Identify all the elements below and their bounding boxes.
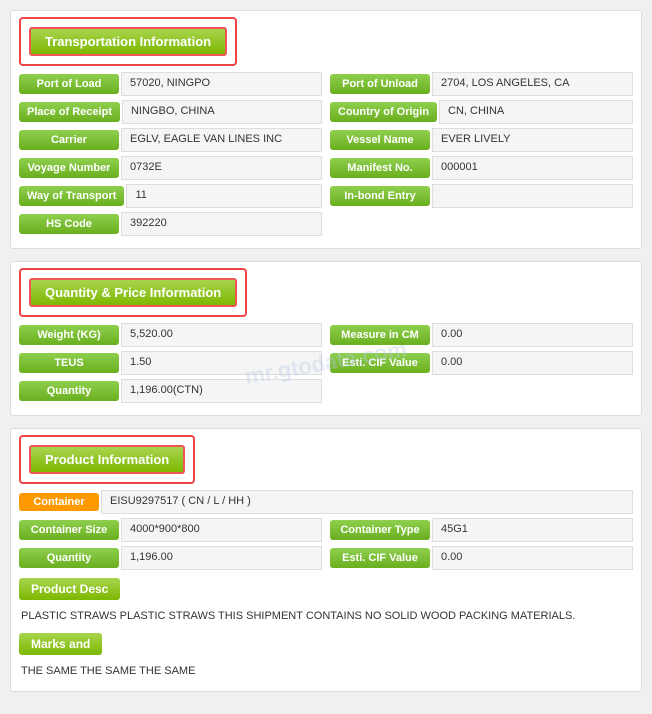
product-header: Product Information [29, 445, 185, 474]
field-value: EGLV, EAGLE VAN LINES INC [121, 128, 322, 152]
quantity-header-wrap: Quantity & Price Information [19, 268, 247, 317]
field-label: Country of Origin [330, 102, 437, 122]
marks-label: Marks and [19, 633, 102, 655]
info-row: CarrierEGLV, EAGLE VAN LINES INC Vessel N… [19, 128, 633, 152]
info-group-right: Manifest No.000001 [330, 156, 633, 180]
field-value: 4000*900*800 [121, 518, 322, 542]
field-label: Voyage Number [19, 158, 119, 178]
field-value: 5,520.00 [121, 323, 322, 347]
info-group-right: Country of OriginCN, CHINA [330, 100, 633, 124]
info-row: Port of Load57020, NINGPO Port of Unload2… [19, 72, 633, 96]
info-group-left: HS Code392220 [19, 212, 322, 236]
field-value: 2704, LOS ANGELES, CA [432, 72, 633, 96]
container-row: ContainerEISU9297517 ( CN / L / HH ) [19, 490, 633, 514]
product-desc-text: PLASTIC STRAWS PLASTIC STRAWS THIS SHIPM… [19, 604, 633, 629]
info-row: Quantity1,196.00 Esti. CIF Value0.00 [19, 546, 633, 570]
info-row: TEUS1.50 Esti. CIF Value0.00 [19, 351, 633, 375]
field-value: CN, CHINA [439, 100, 633, 124]
field-label: Esti. CIF Value [330, 353, 430, 373]
info-group-left: Weight (KG)5,520.00 [19, 323, 322, 347]
field-value: 45G1 [432, 518, 633, 542]
field-value: 1.50 [121, 351, 322, 375]
field-label: Esti. CIF Value [330, 548, 430, 568]
info-group-left: Voyage Number0732E [19, 156, 322, 180]
info-group-left: Quantity1,196.00(CTN) [19, 379, 322, 403]
marks-text: THE SAME THE SAME THE SAME [19, 659, 633, 684]
info-group-right: Port of Unload2704, LOS ANGELES, CA [330, 72, 633, 96]
field-value [432, 184, 633, 208]
info-row: Weight (KG)5,520.00 Measure in CM0.00 [19, 323, 633, 347]
transportation-header-wrap: Transportation Information [19, 17, 237, 66]
field-label: Carrier [19, 130, 119, 150]
field-label: In-bond Entry [330, 186, 430, 206]
field-label: Port of Load [19, 74, 119, 94]
transportation-rows: Port of Load57020, NINGPO Port of Unload2… [11, 72, 641, 236]
info-row: HS Code392220 [19, 212, 633, 236]
info-group-left: Place of ReceiptNINGBO, CHINA [19, 100, 322, 124]
product-desc-label: Product Desc [19, 578, 120, 600]
field-value: 1,196.00(CTN) [121, 379, 322, 403]
field-label: Weight (KG) [19, 325, 119, 345]
info-group-right [330, 212, 633, 236]
quantity-header: Quantity & Price Information [29, 278, 237, 307]
field-value: 1,196.00 [121, 546, 322, 570]
field-label: Place of Receipt [19, 102, 120, 122]
info-group-left: CarrierEGLV, EAGLE VAN LINES INC [19, 128, 322, 152]
info-group-left: Quantity1,196.00 [19, 546, 322, 570]
field-value: 0.00 [432, 351, 633, 375]
info-row: Voyage Number0732E Manifest No.000001 [19, 156, 633, 180]
field-value: 57020, NINGPO [121, 72, 322, 96]
info-group-right: Measure in CM0.00 [330, 323, 633, 347]
info-group-right: Esti. CIF Value0.00 [330, 546, 633, 570]
field-value: 0732E [121, 156, 322, 180]
field-value: 0.00 [432, 546, 633, 570]
field-label: Quantity [19, 548, 119, 568]
info-group-left: TEUS1.50 [19, 351, 322, 375]
info-group-right: In-bond Entry [330, 184, 633, 208]
transportation-section: Transportation Information Port of Load5… [10, 10, 642, 249]
info-group-right [330, 379, 633, 403]
product-rows: ContainerEISU9297517 ( CN / L / HH )Cont… [11, 490, 641, 683]
info-group-right: Esti. CIF Value0.00 [330, 351, 633, 375]
container-group: ContainerEISU9297517 ( CN / L / HH ) [19, 490, 633, 514]
field-value: 0.00 [432, 323, 633, 347]
info-group-left: Port of Load57020, NINGPO [19, 72, 322, 96]
field-label: Way of Transport [19, 186, 124, 206]
field-value: NINGBO, CHINA [122, 100, 322, 124]
field-label: Port of Unload [330, 74, 430, 94]
field-label: Container Type [330, 520, 430, 540]
container-badge: Container [19, 493, 99, 511]
field-label: Manifest No. [330, 158, 430, 178]
product-section: Product Information ContainerEISU9297517… [10, 428, 642, 692]
transportation-header: Transportation Information [29, 27, 227, 56]
field-value: EVER LIVELY [432, 128, 633, 152]
info-row: Container Size4000*900*800 Container Type… [19, 518, 633, 542]
product-header-wrap: Product Information [19, 435, 195, 484]
info-group-left: Container Size4000*900*800 [19, 518, 322, 542]
field-label: HS Code [19, 214, 119, 234]
info-row: Place of ReceiptNINGBO, CHINA Country of … [19, 100, 633, 124]
quantity-section: Quantity & Price Information mr.gtodata.… [10, 261, 642, 416]
field-label: TEUS [19, 353, 119, 373]
info-group-right: Container Type45G1 [330, 518, 633, 542]
quantity-rows: mr.gtodata.com Weight (KG)5,520.00Measur… [11, 323, 641, 403]
info-group-right: Vessel NameEVER LIVELY [330, 128, 633, 152]
field-label: Quantity [19, 381, 119, 401]
info-group-left: Way of Transport11 [19, 184, 322, 208]
field-value: 000001 [432, 156, 633, 180]
field-value: 392220 [121, 212, 322, 236]
container-value: EISU9297517 ( CN / L / HH ) [101, 490, 633, 514]
field-label: Measure in CM [330, 325, 430, 345]
field-label: Container Size [19, 520, 119, 540]
field-label: Vessel Name [330, 130, 430, 150]
info-row: Quantity1,196.00(CTN) [19, 379, 633, 403]
info-row: Way of Transport11 In-bond Entry [19, 184, 633, 208]
field-value: 11 [126, 184, 322, 208]
